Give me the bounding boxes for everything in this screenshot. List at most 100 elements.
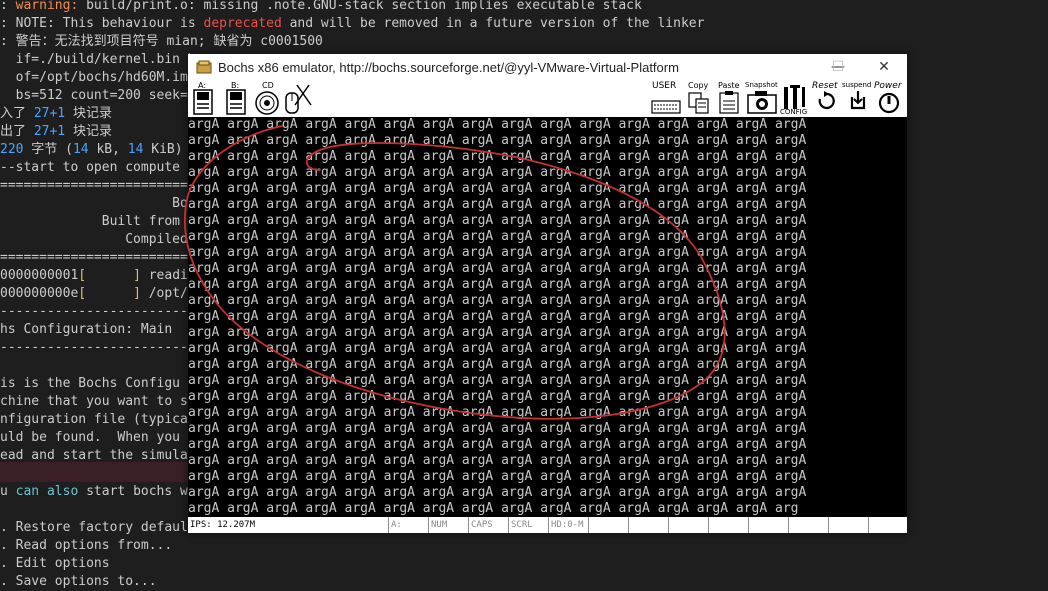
scroll-lock-indicator: SCRL [508,517,547,533]
terminal-text: 出了 [0,124,34,139]
terminal-line: 220 字节 (14 kB, 14 KiB) [0,141,183,159]
terminal-text: of=/opt/bochs/hd60M.img [0,70,196,85]
screen-row: argA argA argA argA argA argA argA argA … [188,501,799,516]
terminal-line: Bo [0,195,188,213]
terminal-text: 块记录 [65,124,112,139]
terminal-text: hs Configuration: Main [0,322,173,337]
emulator-screen[interactable]: argA argA argA argA argA argA argA argA … [188,117,907,517]
terminal-text: ------------------------ [0,304,188,319]
terminal-line: ------------------------ [0,339,188,357]
terminal-text: ======================== [0,178,188,193]
terminal-text: . Restore factory default [0,520,196,535]
config-button[interactable]: CONFIG [780,81,810,117]
terminal-line: if=./build/kernel.bin \ [0,51,196,69]
terminal-line: . Save options to... [0,573,157,591]
paste-button[interactable]: Paste [716,81,742,117]
terminal-text: ======================== [0,250,188,265]
hd-indicator: HD:0-M [548,517,587,533]
status-slot [588,517,627,533]
mouse-icon [285,84,312,114]
terminal-line: chine that you want to s [0,393,188,411]
terminal-line: ead and start the simula [0,447,188,465]
terminal-line: u can also start bochs w [0,483,188,501]
terminal-text: 220 [0,142,24,157]
title-bar[interactable]: Bochs x86 emulator, http://bochs.sourcef… [188,54,907,81]
terminal-text: 27+1 [33,124,66,139]
terminal-line: ======================== [0,249,188,267]
reset-label: Reset [812,81,838,91]
screen-row: argA argA argA argA argA argA argA argA … [188,181,807,196]
screen-row: argA argA argA argA argA argA argA argA … [188,485,807,500]
terminal-text: 27+1 [33,106,66,121]
screen-row: argA argA argA argA argA argA argA argA … [188,357,807,372]
terminal-line: . Restore factory default [0,519,196,537]
screen-row: argA argA argA argA argA argA argA argA … [188,421,807,436]
terminal-line: 出了 27+1 块记录 [0,123,112,141]
terminal-line: : NOTE: This behaviour is deprecated and… [0,15,704,33]
floppy-b-button[interactable]: B: [225,81,247,117]
terminal-text: is is the Bochs Configu [0,376,181,391]
status-slot [788,517,827,533]
terminal-text: 字节 ( [23,142,73,157]
terminal-text: ------------------------ [0,340,188,355]
floppy-a-label: A: [198,81,207,90]
bochs-window[interactable]: Bochs x86 emulator, http://bochs.sourcef… [188,54,907,533]
terminal-line: : warning: build/print.o: missing .note.… [0,0,642,15]
terminal-line: ======================== [0,177,188,195]
status-slot [708,517,747,533]
terminal-text: Bo [0,196,188,211]
terminal-text: : [0,0,16,13]
terminal-line: 000000000e[ ] /opt/b [0,285,196,303]
terminal-text: KiB) [143,142,183,157]
copy-button[interactable]: Copy [686,81,712,117]
num-lock-indicator: NUM [428,517,467,533]
terminal-text: 块记录 [65,106,112,121]
screen-row: argA argA argA argA argA argA argA argA … [188,453,807,468]
terminal-text: 入了 [0,106,34,121]
screen-row: argA argA argA argA argA argA argA argA … [188,389,807,404]
bochs-toolbar: A: B: CD USER Copy Paste Snapshot CONFIG… [188,81,907,117]
terminal-text: kB, [88,142,128,157]
terminal-line: bs=512 count=200 seek=9 [0,87,196,105]
reset-button[interactable]: Reset [812,81,840,117]
user-button[interactable]: USER [650,81,682,117]
paste-label: Paste [718,81,740,90]
terminal-text: [ ] [78,286,149,301]
screen-row: argA argA argA argA argA argA argA argA … [188,325,807,340]
terminal-text: Built from [0,214,181,229]
screen-row: argA argA argA argA argA argA argA argA … [188,341,807,356]
terminal-text: can also [15,484,79,499]
suspend-label: suspend [842,81,872,89]
terminal-text: build/print.o: missing .note.GNU-stack s… [78,0,642,13]
terminal-line: Compiled [0,231,188,249]
terminal-text: 14 [72,142,89,157]
suspend-button[interactable]: suspend [842,81,872,117]
terminal-text: . Save options to... [0,574,157,589]
maximize-button[interactable]: ☐ [815,54,861,81]
terminal-text: start bochs w [78,484,188,499]
screen-row: argA argA argA argA argA argA argA argA … [188,213,807,228]
floppy-a-button[interactable]: A: [192,81,214,117]
screen-row: argA argA argA argA argA argA argA argA … [188,149,807,164]
terminal-text: deprecated [203,16,282,31]
snapshot-button[interactable]: Snapshot [745,81,779,117]
snapshot-label: Snapshot [745,81,778,89]
mouse-toggle-button[interactable] [283,81,313,117]
terminal-text: 000000000e [0,286,79,301]
terminal-line: . Edit options [0,555,110,573]
screen-row: argA argA argA argA argA argA argA argA … [188,405,807,420]
close-button[interactable]: ✕ [861,54,907,81]
terminal-text: . Edit options [0,556,110,571]
terminal-line: is is the Bochs Configu [0,375,180,393]
power-button[interactable]: Power [873,81,905,117]
screen-row: argA argA argA argA argA argA argA argA … [188,197,807,212]
bochs-app-icon [196,60,212,74]
cdrom-button[interactable]: CD [254,81,280,117]
terminal-text: . Read options from... [0,538,173,553]
screen-row: argA argA argA argA argA argA argA argA … [188,245,807,260]
terminal-text: if=./build/kernel.bin \ [0,52,196,67]
screen-row: argA argA argA argA argA argA argA argA … [188,117,807,132]
status-slot [828,517,867,533]
status-slot [668,517,707,533]
terminal-text: ead and start the simula [0,448,188,463]
